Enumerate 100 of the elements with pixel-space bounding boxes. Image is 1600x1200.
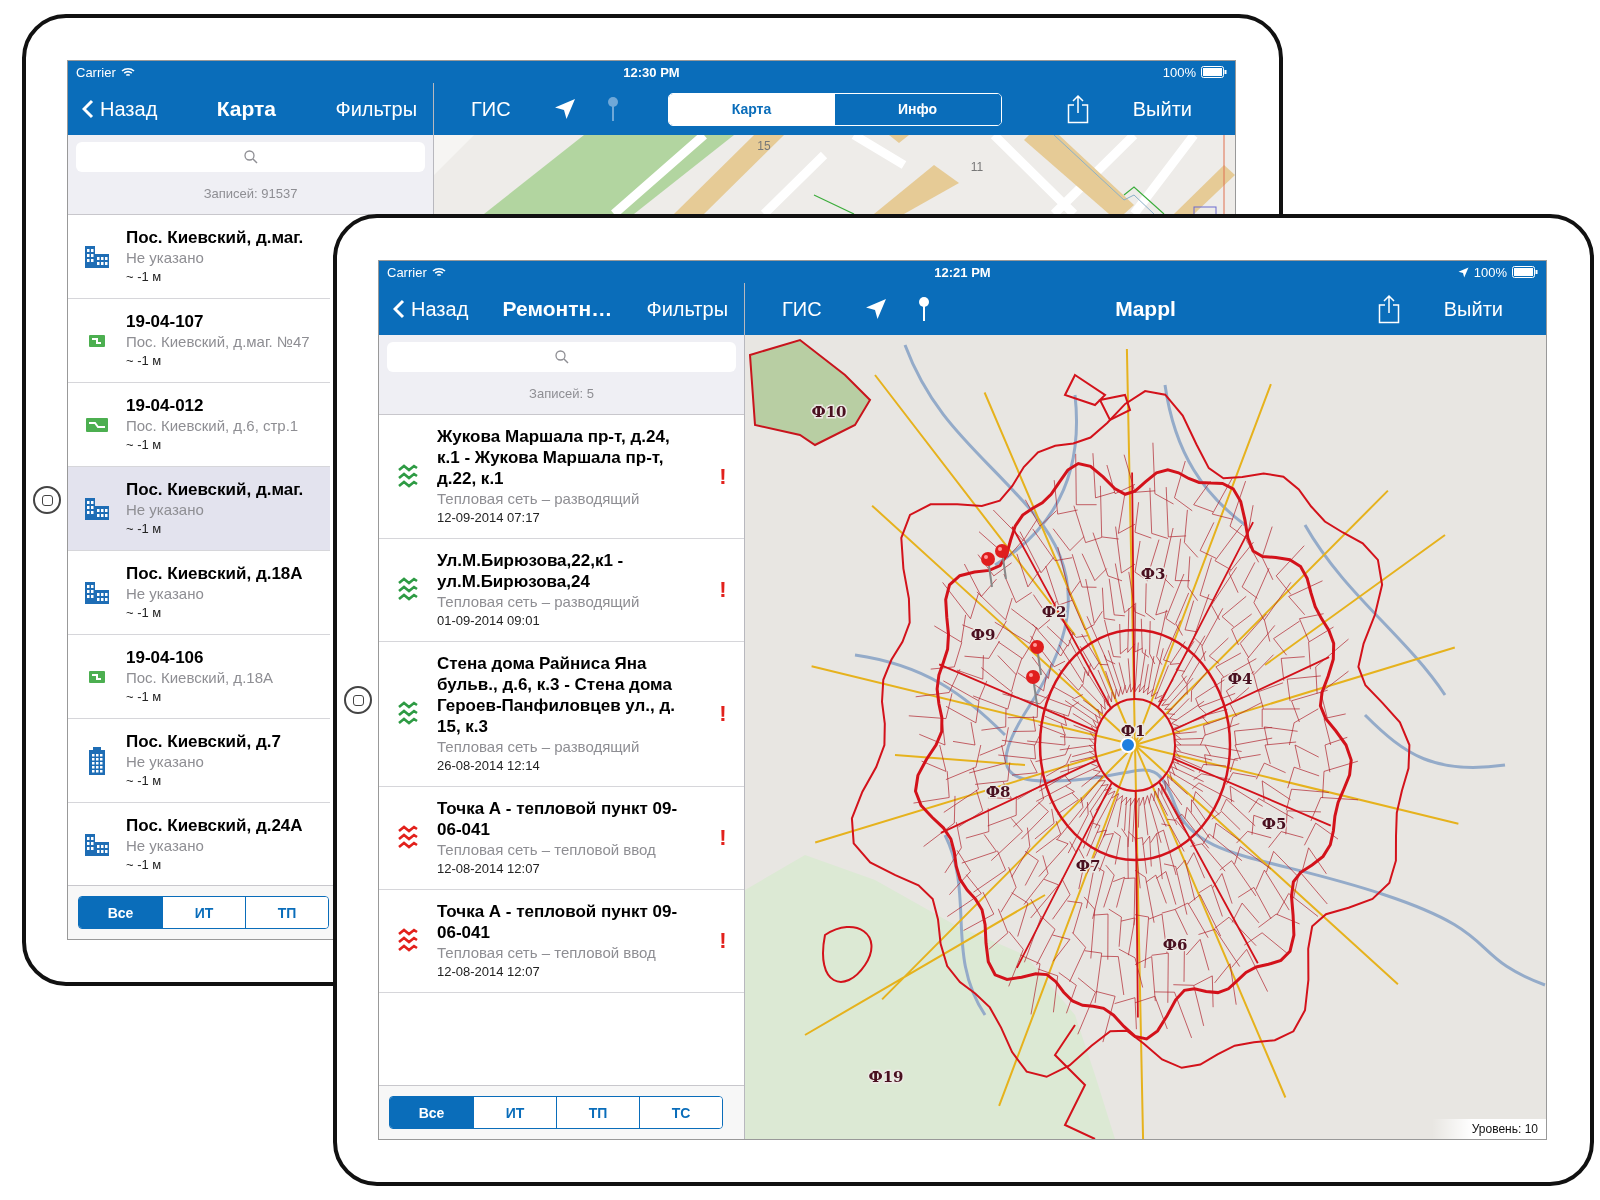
wifi-icon: [120, 67, 135, 77]
location-arrow-icon[interactable]: [552, 97, 577, 121]
map-label: Ф4: [1227, 670, 1253, 688]
row-title: Точка А - тепловой пункт 09-06-041: [437, 901, 679, 943]
row-date: 26-08-2014 12:14: [437, 757, 540, 775]
back-button[interactable]: Назад: [393, 297, 469, 321]
map-label: Ф6: [1162, 936, 1188, 954]
gis-button[interactable]: ГИС: [471, 97, 511, 121]
carrier-label: Carrier: [76, 64, 116, 80]
alert-mark: !: [719, 928, 727, 954]
carrier-label: Carrier: [387, 264, 427, 280]
search-field[interactable]: [76, 142, 425, 172]
status-time: 12:30 PM: [623, 64, 680, 80]
row-distance: ~ -1 м: [126, 604, 162, 622]
search-field[interactable]: [387, 342, 736, 372]
row-title: Пос. Киевский, д.24А: [126, 815, 303, 836]
map-label: Ф3: [1140, 565, 1166, 583]
office-building-icon: [87, 746, 107, 775]
map-label: 15: [757, 139, 771, 153]
app-title: Mappl: [1115, 297, 1176, 321]
alert-mark: !: [719, 577, 727, 603]
battery-icon: [1512, 266, 1538, 278]
map-label: Ф10: [811, 403, 847, 421]
row-distance: ~ -1 м: [126, 688, 162, 706]
row-title: Жукова Маршала пр-т, д.24, к.1 - Жукова Маршала пр-т, д.22, к.1: [437, 426, 671, 489]
row-date: 12-08-2014 12:07: [437, 860, 540, 878]
row-subtitle: Не указано: [126, 836, 204, 856]
row-distance: ~ -1 м: [126, 352, 162, 370]
row-subtitle: Не указано: [126, 248, 204, 268]
location-arrow-icon[interactable]: [863, 297, 888, 321]
map-label: 11: [970, 160, 984, 174]
battery-percent: 100%: [1473, 264, 1507, 280]
alert-mark: !: [719, 825, 727, 851]
row-subtitle: Не указано: [126, 752, 204, 772]
filters-button[interactable]: Фильтры: [335, 97, 417, 121]
building-icon: [84, 832, 110, 857]
list-row[interactable]: Пос. Киевский, д.маг. Не указано ~ -1 м: [68, 467, 330, 551]
home-button[interactable]: [33, 486, 61, 514]
row-subtitle: Тепловая сеть – разводящий: [437, 737, 640, 757]
row-subtitle: Тепловая сеть – разводящий: [437, 592, 640, 612]
sign-icon: [85, 416, 109, 433]
row-subtitle: Тепловая сеть – тепловой ввод: [437, 943, 656, 963]
search-icon: [554, 350, 569, 364]
map-pin[interactable]: [1030, 640, 1044, 676]
row-title: Пос. Киевский, д.7: [126, 731, 281, 752]
wifi-icon: [431, 267, 446, 277]
pin-icon[interactable]: [917, 296, 930, 322]
record-count: Записей: 5: [529, 385, 594, 401]
row-date: 01-09-2014 09:01: [437, 612, 540, 630]
filter-tab[interactable]: ТС: [639, 1097, 722, 1128]
filter-tab[interactable]: Все: [79, 897, 162, 928]
back-button[interactable]: Назад: [82, 97, 158, 121]
record-count: Записей: 91537: [203, 185, 298, 201]
map-pin[interactable]: [995, 544, 1009, 580]
map-pin[interactable]: [981, 552, 995, 588]
row-subtitle: Не указано: [126, 584, 204, 604]
row-subtitle: Тепловая сеть – разводящий: [437, 489, 640, 509]
row-title: Пос. Киевский, д.маг.: [126, 479, 304, 500]
location-dot: [1120, 737, 1136, 753]
map-label: Ф9: [970, 626, 996, 644]
row-distance: ~ -1 м: [126, 856, 162, 874]
chevron-icon: [82, 99, 94, 119]
filters-button[interactable]: Фильтры: [646, 297, 728, 321]
row-subtitle: Не указано: [126, 500, 204, 520]
row-subtitle: Пос. Киевский, д.маг. №47: [126, 332, 310, 352]
chevron-icon: [393, 299, 405, 319]
map-label: Ф8: [985, 783, 1011, 801]
map-label: Ф19: [868, 1068, 904, 1086]
battery-icon: [1201, 66, 1227, 78]
row-subtitle: Пос. Киевский, д.6, стр.1: [126, 416, 299, 436]
row-subtitle: Тепловая сеть – тепловой ввод: [437, 840, 656, 860]
row-title: 19-04-012: [126, 395, 204, 416]
row-distance: ~ -1 м: [126, 436, 162, 454]
filter-tab[interactable]: ИТ: [473, 1097, 556, 1128]
home-button[interactable]: [344, 686, 372, 714]
filter-tab[interactable]: Все: [390, 1097, 473, 1128]
screen-title: Ремонтн…: [502, 297, 613, 321]
status-time: 12:21 PM: [934, 264, 991, 280]
sign-icon: [88, 333, 106, 348]
logout-button[interactable]: Выйти: [1132, 97, 1192, 121]
row-date: 12-09-2014 07:17: [437, 509, 540, 527]
share-icon[interactable]: [1066, 94, 1089, 124]
row-distance: ~ -1 м: [126, 268, 162, 286]
row-title: 19-04-106: [126, 647, 204, 668]
row-title: Пос. Киевский, д.маг.: [126, 227, 304, 248]
row-subtitle: Пос. Киевский, д.18А: [126, 668, 273, 688]
logout-button[interactable]: Выйти: [1443, 297, 1503, 321]
share-icon[interactable]: [1377, 294, 1400, 324]
building-icon: [84, 580, 110, 605]
map-pin[interactable]: [1026, 670, 1040, 706]
filter-tab[interactable]: ТП: [556, 1097, 639, 1128]
gis-button[interactable]: ГИС: [782, 297, 822, 321]
row-distance: ~ -1 м: [126, 520, 162, 538]
building-icon: [84, 496, 110, 521]
row-distance: ~ -1 м: [126, 772, 162, 790]
screen-title: Карта: [216, 97, 276, 121]
filter-tab[interactable]: ИТ: [162, 897, 245, 928]
row-title: Пос. Киевский, д.18А: [126, 563, 303, 584]
view-tab[interactable]: Карта: [668, 93, 835, 125]
filter-tab[interactable]: ТП: [245, 897, 328, 928]
